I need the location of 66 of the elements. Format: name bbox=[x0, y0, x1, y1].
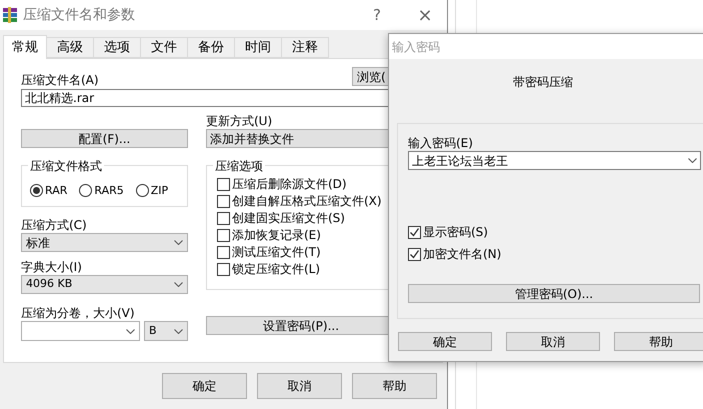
checkbox-label: 锁定压缩文件(L) bbox=[232, 261, 320, 278]
compression-method-select[interactable]: 标准 bbox=[21, 233, 188, 252]
dialog-button[interactable]: 帮助 bbox=[352, 373, 437, 399]
chevron-down-icon bbox=[688, 158, 697, 163]
dialog-button[interactable]: 确定 bbox=[398, 332, 492, 351]
checkbox-label: 测试压缩文件(T) bbox=[232, 244, 321, 261]
field-value: 上老王论坛当老王 bbox=[412, 152, 508, 170]
select-value: 4096 KB bbox=[26, 276, 72, 292]
checkbox-label: 创建固实压缩文件(S) bbox=[232, 210, 345, 227]
radio-label: RAR5 bbox=[94, 182, 124, 198]
field-label: 压缩为分卷，大小(V) bbox=[21, 305, 136, 321]
chevron-down-icon bbox=[174, 240, 183, 245]
group-title: 压缩选项 bbox=[213, 157, 265, 175]
field-label: 字典大小(I) bbox=[21, 259, 83, 275]
checkbox[interactable] bbox=[408, 248, 421, 260]
tab[interactable]: 高级 bbox=[46, 37, 94, 58]
checkbox[interactable] bbox=[217, 246, 230, 258]
password-field[interactable]: 上老王论坛当老王 bbox=[408, 151, 701, 170]
checkbox-label: 添加恢复记录(E) bbox=[232, 227, 321, 244]
field-label: 输入密码(E) bbox=[408, 135, 474, 151]
volume-unit-select[interactable]: B bbox=[144, 321, 188, 341]
help-button[interactable]: ? bbox=[365, 4, 389, 26]
field-value: 北北精选.rar bbox=[25, 90, 94, 107]
tab[interactable]: 文件 bbox=[140, 37, 188, 58]
tab[interactable]: 注释 bbox=[281, 37, 329, 58]
checkbox[interactable] bbox=[217, 262, 230, 276]
checkbox[interactable] bbox=[217, 194, 230, 208]
radio-label: RAR bbox=[45, 182, 68, 198]
radio-button[interactable] bbox=[30, 184, 43, 198]
radio-button[interactable] bbox=[79, 184, 92, 198]
dictionary-size-select[interactable]: 4096 KB bbox=[21, 275, 188, 294]
tab[interactable]: 备份 bbox=[187, 37, 235, 58]
tab[interactable]: 时间 bbox=[234, 37, 282, 58]
radio-label: ZIP bbox=[150, 182, 168, 198]
chevron-down-icon bbox=[126, 328, 135, 334]
checkbox[interactable] bbox=[217, 228, 230, 242]
field-label: 压缩文件名(A) bbox=[21, 72, 100, 89]
field-label: 更新方式(U) bbox=[206, 113, 274, 129]
checkbox-label: 压缩后删除源文件(D) bbox=[232, 176, 347, 193]
checkbox-label: 加密文件名(N) bbox=[423, 246, 502, 263]
close-button[interactable]: × bbox=[413, 2, 437, 28]
chevron-down-icon bbox=[174, 282, 183, 287]
checkbox-label: 显示密码(S) bbox=[423, 224, 488, 241]
group-title: 压缩文件格式 bbox=[28, 157, 104, 175]
dialog-button[interactable]: 确定 bbox=[162, 373, 247, 399]
checkbox-label: 创建自解压格式压缩文件(X) bbox=[232, 193, 382, 210]
dialog-button[interactable]: 取消 bbox=[257, 373, 342, 399]
checkbox[interactable] bbox=[408, 226, 421, 238]
checkbox[interactable] bbox=[217, 178, 230, 190]
field-label: 压缩方式(C) bbox=[21, 217, 88, 233]
dialog-button[interactable]: 帮助 bbox=[614, 332, 703, 351]
window-title: 压缩文件名和参数 bbox=[23, 6, 135, 24]
archive-books-icon bbox=[3, 7, 17, 23]
select-value: B bbox=[149, 322, 157, 339]
window-title: 输入密码 bbox=[392, 38, 440, 56]
dialog-heading: 带密码压缩 bbox=[513, 74, 573, 91]
checkbox[interactable] bbox=[217, 212, 230, 224]
chevron-down-icon bbox=[174, 328, 183, 334]
select-value: 标准 bbox=[26, 234, 50, 252]
tab[interactable]: 选项 bbox=[93, 37, 141, 58]
radio-button[interactable] bbox=[136, 184, 149, 198]
tab[interactable]: 常规 bbox=[3, 35, 47, 59]
profiles-button[interactable]: 配置(F)... bbox=[21, 129, 188, 148]
manage-passwords-button[interactable]: 管理密码(O)... bbox=[408, 284, 700, 303]
dialog-button[interactable]: 取消 bbox=[506, 332, 600, 351]
select-value: 添加并替换文件 bbox=[210, 130, 294, 148]
